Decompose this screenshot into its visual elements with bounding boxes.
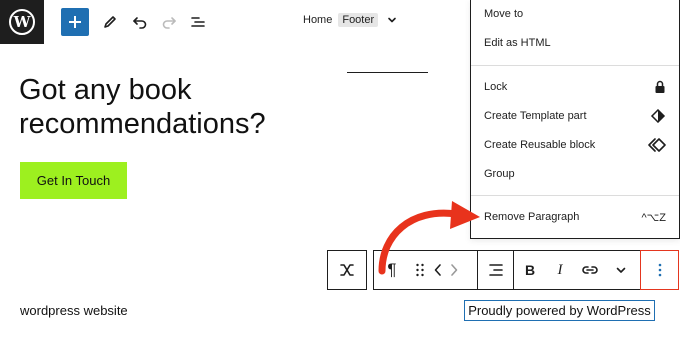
breadcrumb-current: Footer xyxy=(338,13,379,27)
menu-item-label: Lock xyxy=(484,81,508,93)
page-heading[interactable]: Got any book recommendations? xyxy=(19,73,319,141)
site-title-text[interactable]: wordpress website xyxy=(20,303,128,318)
menu-item-label: Remove Paragraph xyxy=(484,211,580,223)
link-button[interactable] xyxy=(574,251,606,289)
pencil-icon xyxy=(104,16,116,28)
powered-by-paragraph[interactable]: Proudly powered by WordPress xyxy=(464,300,655,321)
separator-line xyxy=(347,72,428,73)
template-part-icon xyxy=(650,109,666,123)
menu-divider xyxy=(471,65,679,66)
transform-block-button[interactable] xyxy=(327,250,367,290)
menu-item-edit-as-html[interactable]: Edit as HTML xyxy=(471,29,679,57)
menu-item-label: Edit as HTML xyxy=(484,37,551,49)
wordpress-logo-icon: W xyxy=(9,9,35,35)
bold-button[interactable]: B xyxy=(514,251,546,289)
wordpress-logo-button[interactable]: W xyxy=(0,0,44,44)
menu-item-label: Group xyxy=(484,168,515,180)
annotation-arrow-icon xyxy=(378,201,480,275)
menu-item-label: Create Template part xyxy=(484,110,587,122)
block-options-button[interactable] xyxy=(640,250,679,290)
chevron-down-icon xyxy=(388,17,396,23)
block-toolbar-group-format: B I xyxy=(514,251,642,289)
tools-button[interactable] xyxy=(98,8,122,36)
menu-item-label: Move to xyxy=(484,8,524,20)
menu-item-create-reusable-block[interactable]: Create Reusable block xyxy=(471,131,679,159)
reusable-block-icon xyxy=(648,138,666,152)
list-view-icon xyxy=(191,17,205,27)
list-view-button[interactable] xyxy=(186,8,210,36)
link-icon xyxy=(582,266,598,274)
more-vertical-icon xyxy=(658,263,661,277)
menu-item-lock[interactable]: Lock xyxy=(471,73,679,101)
add-block-button[interactable] xyxy=(61,8,89,36)
plus-icon xyxy=(69,16,81,28)
get-in-touch-button[interactable]: Get In Touch xyxy=(20,162,127,199)
breadcrumb-home: Home xyxy=(303,14,333,26)
italic-button[interactable]: I xyxy=(546,251,574,289)
undo-icon xyxy=(133,17,147,29)
redo-icon xyxy=(162,17,176,29)
menu-item-remove-paragraph[interactable]: Remove Paragraph ^⌥Z xyxy=(471,203,679,231)
redo-button[interactable] xyxy=(157,8,181,36)
undo-button[interactable] xyxy=(128,8,152,36)
block-options-menu: Move to Edit as HTML Lock Create Templat… xyxy=(470,0,680,239)
chevron-down-icon xyxy=(616,267,626,273)
more-formatting-button[interactable] xyxy=(606,251,636,289)
menu-item-move-to[interactable]: Move to xyxy=(471,0,679,28)
menu-item-group[interactable]: Group xyxy=(471,160,679,188)
transform-icon xyxy=(340,264,354,276)
menu-item-label: Create Reusable block xyxy=(484,139,596,151)
template-breadcrumb[interactable]: Home Footer xyxy=(303,13,398,27)
menu-item-shortcut: ^⌥Z xyxy=(641,211,666,224)
menu-divider xyxy=(471,195,679,196)
menu-item-create-template-part[interactable]: Create Template part xyxy=(471,102,679,130)
lock-icon xyxy=(654,80,666,94)
